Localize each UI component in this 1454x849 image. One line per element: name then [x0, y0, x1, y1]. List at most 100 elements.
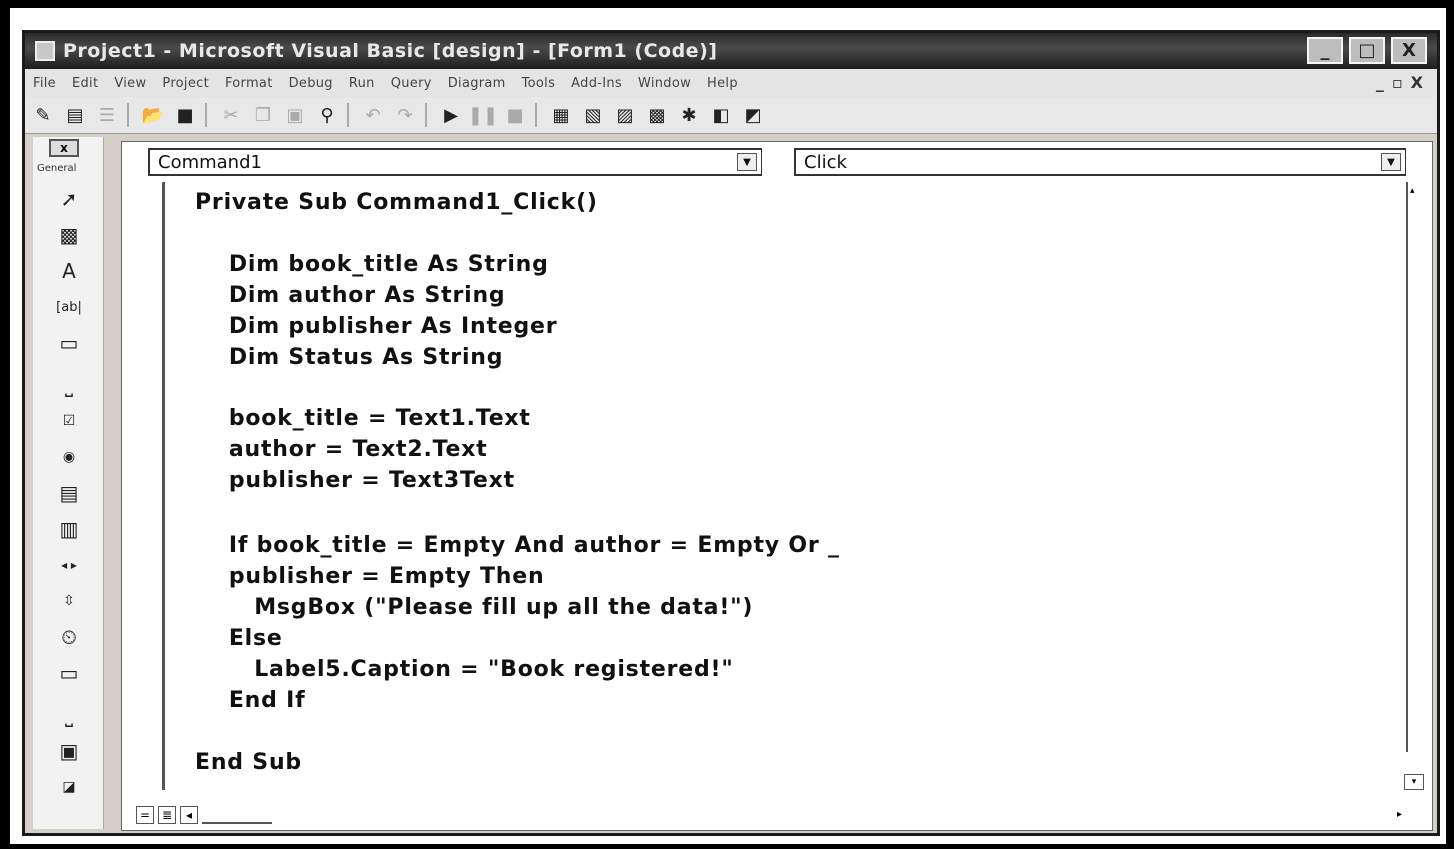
checkbox-tool-icon[interactable]: ☑: [53, 407, 85, 435]
paste-icon[interactable]: ▣: [281, 102, 309, 128]
mdi-restore-button[interactable]: ▫: [1392, 73, 1403, 92]
hscrollbar-tool-icon[interactable]: ◂ ▸: [53, 551, 85, 579]
toolbar-separator: [535, 103, 537, 127]
code-line: Dim book_title As String: [195, 252, 549, 277]
full-module-view-icon[interactable]: ≣: [158, 806, 176, 824]
code-editor[interactable]: Private Sub Command1_Click() Dim book_ti…: [162, 182, 1402, 790]
cut-icon[interactable]: ✂: [217, 102, 245, 128]
procedure-view-icon[interactable]: =: [136, 806, 154, 824]
shape-tool-icon[interactable]: ◪: [53, 773, 85, 801]
toolbar-separator: [127, 103, 129, 127]
title-bar[interactable]: Project1 - Microsoft Visual Basic [desig…: [25, 33, 1437, 69]
toolbar-separator: [425, 103, 427, 127]
toolbox-icon[interactable]: ✱: [675, 102, 703, 128]
scroll-up-icon[interactable]: ▴: [1410, 186, 1422, 198]
toolbox-close-button[interactable]: x: [49, 139, 79, 157]
open-project-icon[interactable]: 📂: [139, 102, 167, 128]
menu-project[interactable]: Project: [162, 76, 209, 91]
redo-icon[interactable]: ↷: [391, 102, 419, 128]
code-line: publisher = Text3Text: [195, 468, 515, 493]
menu-format[interactable]: Format: [225, 76, 273, 91]
toolbox-header: General: [37, 163, 77, 174]
object-combobox[interactable]: Command1 ▼: [148, 148, 762, 176]
code-line: publisher = Empty Then: [195, 564, 545, 589]
window-title: Project1 - Microsoft Visual Basic [desig…: [63, 40, 718, 62]
close-button[interactable]: X: [1391, 37, 1427, 64]
mdi-controls: _ ▫ X: [1376, 73, 1423, 92]
vertical-scrollbar[interactable]: ▴: [1406, 182, 1424, 752]
save-project-icon[interactable]: ■: [171, 102, 199, 128]
menu-view[interactable]: View: [114, 76, 146, 91]
add-project-icon[interactable]: ✎: [29, 102, 57, 128]
break-icon[interactable]: ❚❚: [468, 102, 498, 128]
vb-app-icon[interactable]: [35, 41, 55, 61]
menu-editor-icon[interactable]: ☰: [93, 102, 121, 128]
code-line: Dim author As String: [195, 283, 506, 308]
code-line: End Sub: [195, 750, 302, 775]
mdi-close-button[interactable]: X: [1411, 73, 1423, 92]
commandbutton-tool-icon[interactable]: ⎵: [53, 371, 85, 399]
maximize-button[interactable]: □: [1349, 37, 1385, 64]
object-browser-icon[interactable]: ▩: [643, 102, 671, 128]
properties-window-icon[interactable]: ▧: [579, 102, 607, 128]
frame-tool-icon[interactable]: ▭: [53, 329, 85, 357]
vscrollbar-tool-icon[interactable]: ⇳: [53, 587, 85, 615]
vb-ide-window: Project1 - Microsoft Visual Basic [desig…: [22, 30, 1440, 836]
code-line: Label5.Caption = "Book registered!": [195, 657, 734, 682]
scroll-right-icon[interactable]: ▸: [1397, 809, 1402, 820]
picturebox-tool-icon[interactable]: ▩: [53, 221, 85, 249]
code-line: book_title = Text1.Text: [195, 406, 531, 431]
form-layout-icon[interactable]: ▨: [611, 102, 639, 128]
filelistbox-tool-icon[interactable]: ▣: [53, 737, 85, 765]
combobox-tool-icon[interactable]: ▤: [53, 479, 85, 507]
data-view-icon[interactable]: ◧: [707, 102, 735, 128]
procedure-combobox-value: Click: [804, 151, 847, 173]
find-icon[interactable]: ⚲: [313, 102, 341, 128]
copy-icon[interactable]: ❐: [249, 102, 277, 128]
minimize-button[interactable]: _: [1307, 37, 1343, 64]
code-line: Else: [195, 626, 283, 651]
code-line: MsgBox ("Please fill up all the data!"): [195, 595, 754, 620]
chevron-down-icon[interactable]: ▼: [1381, 153, 1401, 171]
drivelistbox-tool-icon[interactable]: ▭: [53, 659, 85, 687]
code-line: End If: [195, 688, 306, 713]
textbox-tool-icon[interactable]: [ab|: [53, 293, 85, 321]
mdi-minimize-button[interactable]: _: [1376, 73, 1384, 92]
standard-toolbar: ✎ ▤ ☰ 📂 ■ ✂ ❐ ▣ ⚲ ↶ ↷ ▶ ❚❚ ■ ▦ ▧ ▨ ▩ ✱ ◧…: [25, 97, 1437, 134]
chevron-down-icon[interactable]: ▼: [737, 153, 757, 171]
code-window: Command1 ▼ Click ▼ Private Sub Command1_…: [121, 141, 1433, 831]
code-window-footer: = ≣ ◂ ▸ ▾: [122, 774, 1432, 830]
menu-debug[interactable]: Debug: [289, 76, 333, 91]
timer-tool-icon[interactable]: ⏲: [53, 623, 85, 651]
object-combobox-value: Command1: [158, 151, 262, 173]
menu-edit[interactable]: Edit: [72, 76, 98, 91]
menu-run[interactable]: Run: [349, 76, 375, 91]
pointer-tool-icon[interactable]: ➚: [53, 185, 85, 213]
code-line: If book_title = Empty And author = Empty…: [195, 533, 840, 558]
toolbar-separator: [205, 103, 207, 127]
scroll-down-icon[interactable]: ▾: [1404, 774, 1424, 790]
menu-diagram[interactable]: Diagram: [448, 76, 506, 91]
menu-help[interactable]: Help: [707, 76, 738, 91]
scroll-left-icon[interactable]: ◂: [180, 806, 198, 824]
dirlistbox-tool-icon[interactable]: ⎵: [53, 701, 85, 729]
view-mode-buttons: = ≣ ◂: [136, 806, 272, 824]
menu-window[interactable]: Window: [638, 76, 691, 91]
menu-bar: File Edit View Project Format Debug Run …: [25, 69, 1437, 97]
procedure-combobox[interactable]: Click ▼: [794, 148, 1406, 176]
menu-query[interactable]: Query: [391, 76, 432, 91]
add-form-icon[interactable]: ▤: [61, 102, 89, 128]
menu-file[interactable]: File: [33, 76, 56, 91]
optionbutton-tool-icon[interactable]: ◉: [53, 443, 85, 471]
horizontal-scrollbar[interactable]: [202, 806, 272, 824]
code-line: Private Sub Command1_Click(): [195, 190, 598, 215]
menu-add-ins[interactable]: Add-Ins: [571, 76, 622, 91]
undo-icon[interactable]: ↶: [359, 102, 387, 128]
menu-tools[interactable]: Tools: [522, 76, 556, 91]
component-manager-icon[interactable]: ◩: [739, 102, 767, 128]
project-explorer-icon[interactable]: ▦: [547, 102, 575, 128]
start-icon[interactable]: ▶: [437, 102, 465, 128]
end-icon[interactable]: ■: [501, 102, 529, 128]
listbox-tool-icon[interactable]: ▥: [53, 515, 85, 543]
label-tool-icon[interactable]: A: [53, 257, 85, 285]
